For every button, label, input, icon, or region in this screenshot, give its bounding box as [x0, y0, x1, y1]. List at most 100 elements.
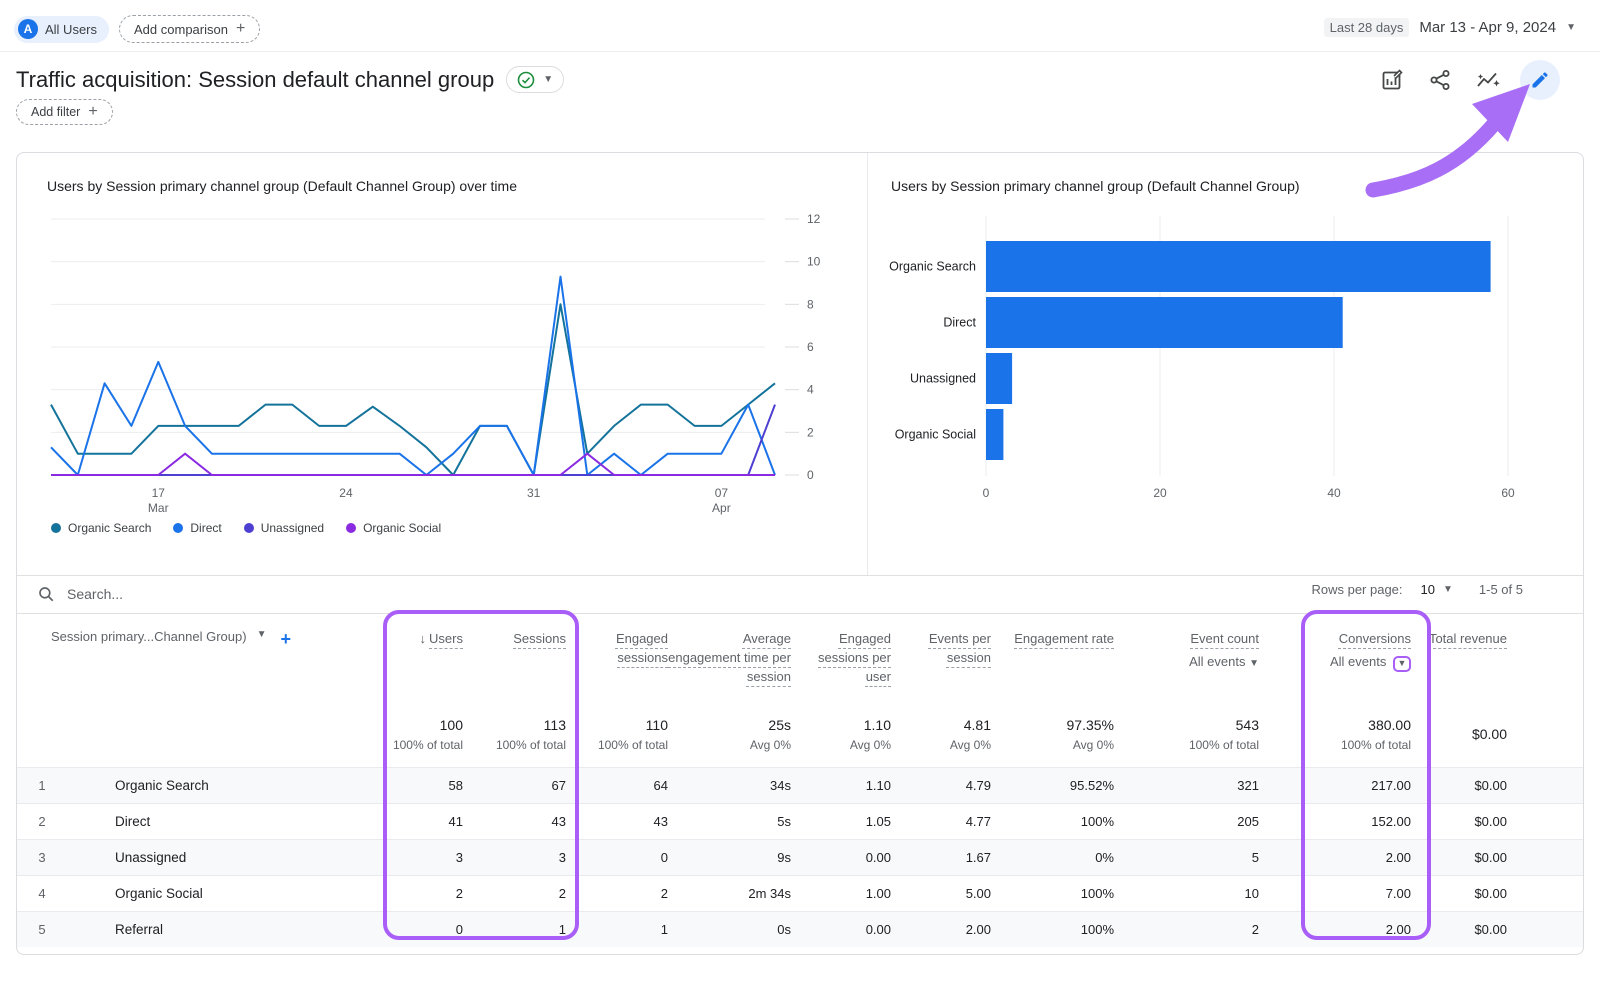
table-cell: 321	[1114, 778, 1259, 793]
column-header-conversions[interactable]: ConversionsAll events ▼	[1259, 613, 1411, 701]
svg-text:31: 31	[527, 486, 541, 500]
column-sublabel[interactable]: All events ▼	[1114, 652, 1259, 673]
rows-per-page-value: 10	[1421, 582, 1435, 597]
table-cell: 1.00	[791, 886, 891, 901]
chevron-down-icon: ▼	[1443, 584, 1453, 595]
table-row[interactable]: 1Organic Search58676434s1.104.7995.52%32…	[17, 767, 1583, 803]
row-number: 5	[17, 922, 67, 937]
table-cell: 10	[1114, 886, 1259, 901]
add-comparison-button[interactable]: Add comparison +	[119, 15, 260, 43]
share-button[interactable]	[1424, 64, 1456, 96]
table-cell: 9s	[668, 850, 791, 865]
top-bar: A All Users Add comparison + Last 28 day…	[0, 0, 1600, 52]
totals-cell: 4.81Avg 0%	[891, 717, 991, 752]
table-cell: 5s	[668, 814, 791, 829]
table-body: 1Organic Search58676434s1.104.7995.52%32…	[17, 767, 1583, 947]
add-dimension-button[interactable]: +	[280, 629, 291, 650]
column-header-events-per-session[interactable]: Events per session	[891, 613, 991, 701]
svg-text:6: 6	[807, 340, 814, 354]
chevron-down-icon: ▼	[257, 629, 267, 640]
bar-chart[interactable]: 0204060Organic SearchDirectUnassignedOrg…	[886, 199, 1566, 519]
table-cell: 3	[463, 850, 566, 865]
table-cell: 67	[463, 778, 566, 793]
svg-text:0: 0	[983, 486, 990, 500]
totals-cell: 1.10Avg 0%	[791, 717, 891, 752]
table-cell: 1.05	[791, 814, 891, 829]
bar-organic-social	[986, 409, 1003, 460]
channel-name: Organic Search	[67, 778, 367, 793]
page-title-text: Traffic acquisition: Session default cha…	[16, 67, 494, 93]
table-cell: 1	[463, 922, 566, 937]
table-cell: 152.00	[1259, 814, 1411, 829]
totals-cell: 97.35%Avg 0%	[991, 717, 1114, 752]
column-header-engaged-sessions-per-user[interactable]: Engaged sessions per user	[791, 613, 891, 701]
page-title: Traffic acquisition: Session default cha…	[16, 66, 564, 93]
table-row[interactable]: 4Organic Social2222m 34s1.005.00100%107.…	[17, 875, 1583, 911]
column-label: Average engagement time per session	[668, 631, 791, 684]
panel-divider	[867, 153, 868, 575]
svg-text:12: 12	[807, 212, 821, 226]
svg-text:07: 07	[715, 486, 729, 500]
column-header-engagement-rate[interactable]: Engagement rate	[991, 613, 1114, 701]
svg-text:10: 10	[807, 255, 821, 269]
column-header-engaged-sessions[interactable]: Engaged sessions	[566, 613, 668, 701]
column-header-total-revenue[interactable]: Total revenue	[1411, 613, 1507, 701]
event-dropdown-highlight[interactable]: ▼	[1393, 656, 1411, 672]
row-number: 4	[17, 886, 67, 901]
table-cell: 205	[1114, 814, 1259, 829]
line-chart[interactable]: 02468101217Mar243107Apr	[35, 199, 847, 519]
table-cell: 0s	[668, 922, 791, 937]
column-header-average-engagement-time-per-session[interactable]: Average engagement time per session	[668, 613, 791, 701]
table-row[interactable]: 3Unassigned3309s0.001.670%52.00$0.00	[17, 839, 1583, 875]
add-filter-button[interactable]: Add filter +	[16, 99, 113, 125]
legend-dot	[244, 523, 254, 533]
table-cell: $0.00	[1411, 922, 1507, 937]
table-cell: $0.00	[1411, 814, 1507, 829]
table-cell: $0.00	[1411, 850, 1507, 865]
insights-button[interactable]	[1472, 64, 1504, 96]
table-cell: 34s	[668, 778, 791, 793]
column-label: Engaged sessions	[616, 631, 668, 665]
pagination-range: 1-5 of 5	[1479, 582, 1523, 597]
rows-per-page-select[interactable]: Rows per page: 10 ▼	[1311, 582, 1452, 597]
table-cell: 58	[367, 778, 463, 793]
column-header-event-count[interactable]: Event countAll events ▼	[1114, 613, 1259, 701]
table-cell: 0%	[991, 850, 1114, 865]
totals-cell: 543100% of total	[1114, 717, 1259, 752]
table-row[interactable]: 2Direct4143435s1.054.77100%205152.00$0.0…	[17, 803, 1583, 839]
table-cell: 100%	[991, 922, 1114, 937]
legend-label: Organic Search	[68, 521, 151, 535]
report-status-badge[interactable]: ▼	[506, 66, 564, 93]
table-cell: 4.79	[891, 778, 991, 793]
column-header-sessions[interactable]: Sessions	[463, 613, 566, 701]
column-header-users[interactable]: ↓Users	[367, 613, 463, 701]
chevron-down-icon: ▼	[1566, 22, 1576, 33]
legend-item[interactable]: Direct	[173, 521, 221, 535]
svg-text:Organic Search: Organic Search	[889, 260, 976, 274]
bar-direct	[986, 297, 1343, 348]
table-cell: $0.00	[1411, 778, 1507, 793]
table-cell: 2	[566, 886, 668, 901]
row-number: 1	[17, 778, 67, 793]
svg-text:2: 2	[807, 425, 814, 439]
legend-item[interactable]: Unassigned	[244, 521, 324, 535]
series-direct	[51, 277, 775, 475]
dimension-column-header[interactable]: Session primary...Channel Group) ▼ +	[17, 613, 367, 701]
chevron-down-icon: ▼	[1398, 654, 1407, 673]
date-range-picker[interactable]: Last 28 days Mar 13 - Apr 9, 2024 ▼	[1324, 18, 1576, 37]
legend-item[interactable]: Organic Search	[51, 521, 151, 535]
table-cell: 100%	[991, 814, 1114, 829]
edit-chart-button[interactable]	[1376, 64, 1408, 96]
table-row[interactable]: 5Referral0110s0.002.00100%22.00$0.00	[17, 911, 1583, 947]
channel-name: Organic Social	[67, 886, 367, 901]
search-input[interactable]	[67, 586, 667, 602]
row-number: 2	[17, 814, 67, 829]
audience-label: All Users	[45, 22, 97, 37]
table-cell: 41	[367, 814, 463, 829]
customize-report-button[interactable]	[1520, 60, 1560, 100]
all-users-chip[interactable]: A All Users	[14, 16, 109, 43]
pencil-icon	[1530, 70, 1550, 90]
legend-item[interactable]: Organic Social	[346, 521, 441, 535]
report-card: Users by Session primary channel group (…	[16, 152, 1584, 955]
column-sublabel[interactable]: All events ▼	[1259, 652, 1411, 672]
